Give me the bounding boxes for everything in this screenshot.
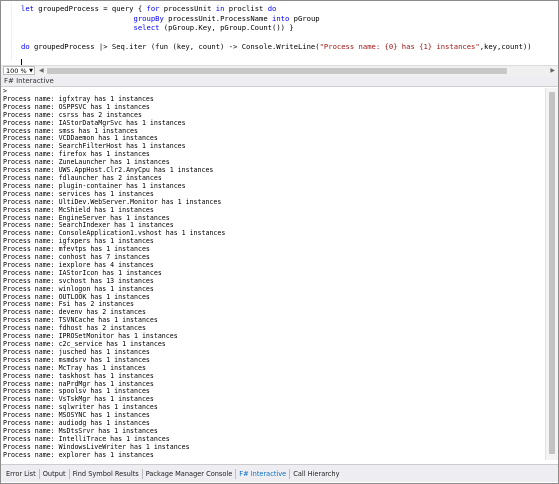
code-text[interactable]: let groupedProcess = query { for process… <box>21 4 532 52</box>
interactive-output[interactable]: > Process name: igfxtray has 1 instances P… <box>3 88 543 460</box>
editor-gutter <box>11 3 12 61</box>
code-line: do groupedProcess |> Seq.iter (fun (key,… <box>21 42 532 51</box>
scroll-left-icon[interactable]: ◀ <box>39 67 44 74</box>
code-editor[interactable]: let groupedProcess = query { for process… <box>1 1 558 67</box>
vertical-scrollbar[interactable] <box>545 88 558 460</box>
code-line: groupBy processUnit.ProcessName into pGr… <box>133 13 320 23</box>
code-line: select (pGroup.Key, pGroup.Count()) } <box>133 23 294 32</box>
tab-output[interactable]: Output <box>40 468 70 479</box>
zoom-value: 100 % <box>6 67 27 75</box>
tab-error-list[interactable]: Error List <box>3 468 40 479</box>
zoom-dropdown[interactable]: 100 % ▼ <box>3 66 35 75</box>
chevron-down-icon: ▼ <box>29 68 33 74</box>
scroll-right-icon[interactable]: ▶ <box>550 67 555 74</box>
tab-call-hierarchy[interactable]: Call Hierarchy <box>290 469 342 479</box>
panel-title: F# Interactive <box>1 76 558 87</box>
code-line: let groupedProcess = query { for process… <box>21 4 277 13</box>
vertical-scrollbar-thumb[interactable] <box>549 92 555 454</box>
tool-window-tabs: Error List Output Find Symbol Results Packa… <box>1 464 558 482</box>
horizontal-scrollbar-thumb[interactable] <box>47 68 507 74</box>
tab-package-manager-console[interactable]: Package Manager Console <box>143 468 237 479</box>
tab-find-symbol-results[interactable]: Find Symbol Results <box>70 468 143 479</box>
output-line: Process name: explorer has 1 instances <box>3 450 154 459</box>
visual-studio-window: let groupedProcess = query { for process… <box>0 0 559 484</box>
tab-f-interactive[interactable]: F# Interactive <box>236 468 291 479</box>
